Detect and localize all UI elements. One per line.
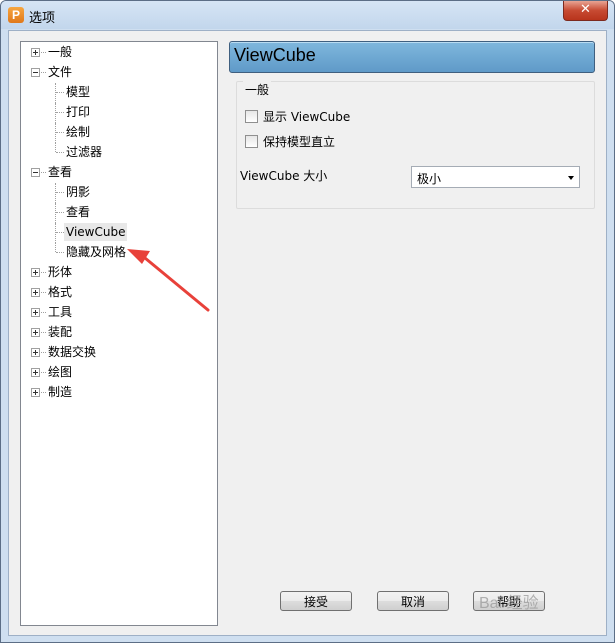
tree-connector	[56, 192, 64, 193]
tree-connector	[56, 132, 64, 133]
dropdown-arrow-icon[interactable]	[568, 176, 574, 180]
tree-label[interactable]: 装配	[46, 323, 74, 341]
tree-connector	[55, 83, 56, 103]
window-title: 选项	[29, 10, 56, 25]
panel-title: ViewCube	[234, 45, 316, 65]
tree-label[interactable]: 阴影	[64, 183, 92, 201]
tree-label[interactable]: 模型	[64, 83, 92, 101]
tree-connector	[56, 252, 64, 253]
tree-connector	[56, 92, 64, 93]
tree-item[interactable]: 打印	[21, 103, 215, 123]
tree-label[interactable]: 工具	[46, 303, 74, 321]
tree-item[interactable]: 模型	[21, 83, 215, 103]
group-title: 一般	[243, 81, 272, 98]
tree-connector	[55, 243, 56, 252]
expand-icon[interactable]	[31, 388, 40, 397]
options-dialog: P 选项 ✕ 一般 文件 模型 打印 绘制 过滤器 查看 阴影 查看 ViewCube 隐藏及网格形…	[0, 0, 615, 643]
tree-item[interactable]: 阴影	[21, 183, 215, 203]
tree-label[interactable]: 打印	[64, 103, 92, 121]
tree-connector	[55, 183, 56, 203]
app-logo-icon: P	[8, 7, 24, 23]
tree-connector	[55, 143, 56, 152]
tree-label[interactable]: 查看	[64, 203, 92, 221]
expand-icon[interactable]	[31, 348, 40, 357]
tree-label[interactable]: 隐藏及网格	[64, 243, 128, 261]
dialog-body: 一般 文件 模型 打印 绘制 过滤器 查看 阴影 查看 ViewCube 隐藏及网格 形体 格式 工具 装配…	[8, 30, 607, 636]
options-tree[interactable]: 一般 文件 模型 打印 绘制 过滤器 查看 阴影 查看 ViewCube 隐藏及网格 形体 格式 工具 装配…	[20, 41, 218, 626]
tree-category[interactable]: 制造	[21, 383, 215, 401]
collapse-icon[interactable]	[31, 68, 40, 77]
tree-label[interactable]: 过滤器	[64, 143, 104, 161]
tree-category[interactable]: 数据交换	[21, 343, 215, 361]
tree-category[interactable]: 形体	[21, 263, 215, 281]
tree-item[interactable]: 隐藏及网格	[21, 243, 215, 261]
viewcube-size-value: 极小	[417, 172, 442, 186]
accept-button[interactable]: 接受	[280, 591, 352, 611]
tree-connector	[55, 123, 56, 143]
tree-label[interactable]: 文件	[46, 63, 74, 81]
keep-upright-checkbox[interactable]	[245, 135, 258, 148]
cancel-button[interactable]: 取消	[377, 591, 449, 611]
tree-category[interactable]: 格式	[21, 283, 215, 301]
tree-label[interactable]: ViewCube	[64, 223, 128, 241]
tree-item[interactable]: 过滤器	[21, 143, 215, 161]
tree-item[interactable]: 绘制	[21, 123, 215, 143]
show-viewcube-checkbox[interactable]	[245, 110, 258, 123]
tree-connector	[56, 112, 64, 113]
tree-category[interactable]: 一般	[21, 43, 215, 61]
viewcube-size-select[interactable]: 极小	[411, 166, 580, 188]
expand-icon[interactable]	[31, 308, 40, 317]
tree-label[interactable]: 查看	[46, 163, 74, 181]
tree-label[interactable]: 格式	[46, 283, 74, 301]
tree-connector	[55, 103, 56, 123]
tree-connector	[56, 212, 64, 213]
tree-label[interactable]: 形体	[46, 263, 74, 281]
viewcube-size-label: ViewCube 大小	[240, 169, 328, 183]
show-viewcube-label[interactable]: 显示 ViewCube	[263, 109, 350, 125]
tree-connector	[56, 152, 64, 153]
tree-category[interactable]: 查看	[21, 163, 215, 181]
panel-header: ViewCube	[229, 41, 595, 73]
title-bar[interactable]: P 选项 ✕	[1, 1, 614, 29]
tree-category[interactable]: 绘图	[21, 363, 215, 381]
tree-label[interactable]: 绘制	[64, 123, 92, 141]
expand-icon[interactable]	[31, 288, 40, 297]
tree-label[interactable]: 制造	[46, 383, 74, 401]
tree-item[interactable]: ViewCube	[21, 223, 215, 243]
tree-item[interactable]: 查看	[21, 203, 215, 223]
expand-icon[interactable]	[31, 328, 40, 337]
tree-connector	[56, 232, 64, 233]
collapse-icon[interactable]	[31, 168, 40, 177]
close-button[interactable]: ✕	[563, 1, 608, 21]
tree-connector	[55, 203, 56, 223]
tree-label[interactable]: 一般	[46, 43, 74, 61]
tree-category[interactable]: 装配	[21, 323, 215, 341]
watermark: Bai 经验	[479, 595, 539, 612]
tree-connector	[55, 223, 56, 243]
expand-icon[interactable]	[31, 368, 40, 377]
tree-label[interactable]: 绘图	[46, 363, 74, 381]
tree-category[interactable]: 文件	[21, 63, 215, 81]
expand-icon[interactable]	[31, 268, 40, 277]
keep-upright-label[interactable]: 保持模型直立	[263, 134, 335, 150]
tree-category[interactable]: 工具	[21, 303, 215, 321]
expand-icon[interactable]	[31, 48, 40, 57]
tree-label[interactable]: 数据交换	[46, 343, 98, 361]
